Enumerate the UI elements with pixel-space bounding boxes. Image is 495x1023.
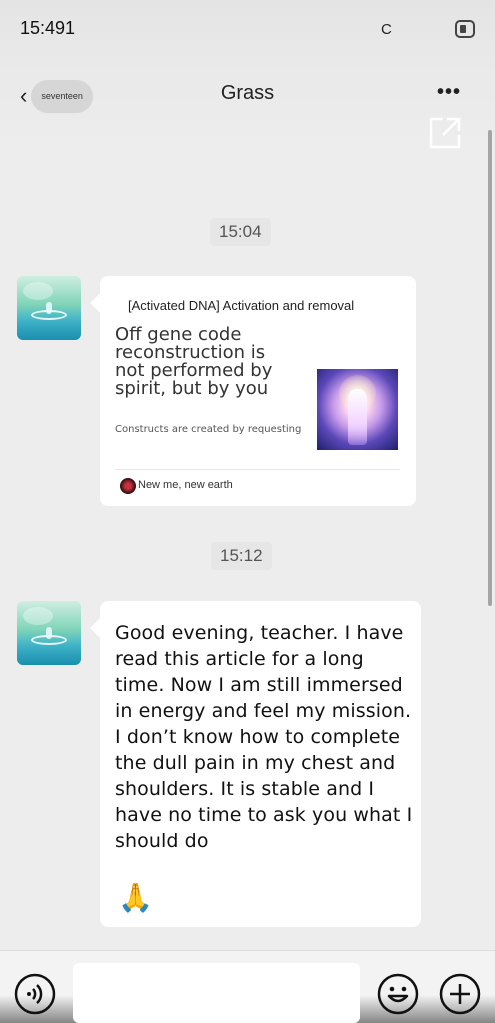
card-title: [Activated DNA] Activation and removal — [128, 298, 355, 313]
message-text: Good evening, teacher. I have read this … — [115, 622, 413, 852]
avatar[interactable] — [17, 601, 81, 665]
source-logo-icon — [120, 478, 136, 494]
battery-icon — [455, 20, 475, 38]
carrier-indicator: C — [381, 21, 392, 38]
more-dots-icon[interactable]: ••• — [437, 82, 461, 102]
plus-icon[interactable] — [439, 973, 481, 1015]
chat-scrollbar[interactable] — [488, 130, 492, 606]
message-bubble[interactable]: Good evening, teacher. I have read this … — [100, 601, 421, 927]
share-external-icon[interactable] — [427, 115, 463, 151]
card-source: New me, new earth — [138, 479, 233, 491]
message-input[interactable] — [73, 963, 360, 1023]
card-thumbnail — [317, 369, 398, 450]
divider — [115, 469, 400, 470]
status-time: 15:491 — [20, 18, 76, 38]
card-description: Off gene code reconstruction is not perf… — [115, 324, 273, 399]
timestamp: 15:12 — [211, 542, 272, 570]
voice-icon[interactable] — [14, 973, 56, 1015]
status-bar: 15:491 C — [0, 0, 495, 60]
folded-hands-emoji: 🙏 — [118, 882, 153, 913]
avatar[interactable] — [17, 276, 81, 340]
chat-header: ‹ seventeen Grass ••• — [0, 60, 495, 135]
chat-title: Grass — [220, 82, 275, 104]
timestamp: 15:04 — [210, 218, 271, 246]
article-card[interactable]: [Activated DNA] Activation and removal O… — [100, 276, 416, 506]
smiley-icon[interactable] — [377, 973, 419, 1015]
card-subtitle: Constructs are created by requesting — [115, 424, 302, 435]
